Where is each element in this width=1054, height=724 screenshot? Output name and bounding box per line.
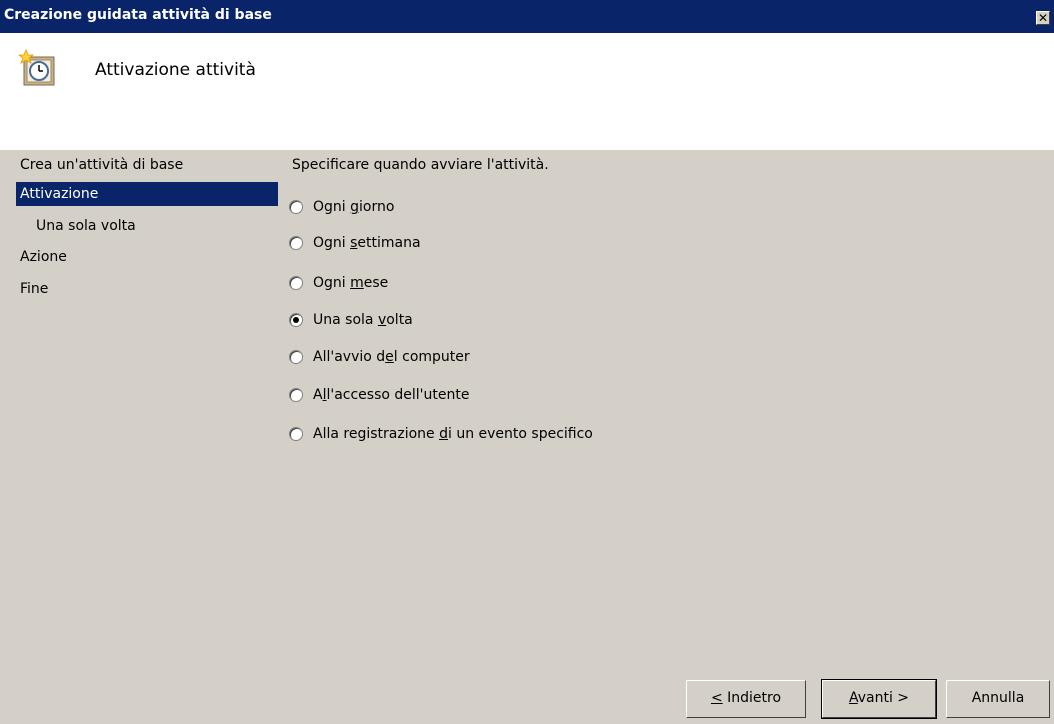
radio-evento-specifico[interactable]: Alla registrazione di un evento specific… xyxy=(289,423,593,445)
step-una-sola-volta[interactable]: Una sola volta xyxy=(16,214,278,238)
radio-ogni-settimana[interactable]: Ogni settimana xyxy=(289,232,421,254)
step-crea-attivita[interactable]: Crea un'attività di base xyxy=(16,153,278,177)
wizard-content: Specificare quando avviare l'attività. O… xyxy=(281,150,1054,724)
back-button[interactable]: < Indietro xyxy=(686,680,806,718)
radio-avvio-computer[interactable]: All'avvio del computer xyxy=(289,346,470,368)
instruction-text: Specificare quando avviare l'attività. xyxy=(292,157,549,173)
radio-button[interactable] xyxy=(289,388,303,402)
page-title: Attivazione attività xyxy=(95,60,256,80)
radio-button[interactable] xyxy=(289,350,303,364)
radio-button[interactable] xyxy=(289,427,303,441)
step-azione[interactable]: Azione xyxy=(16,245,278,269)
title-bar: Creazione guidata attività di base ✕ xyxy=(0,0,1054,33)
close-icon: ✕ xyxy=(1037,11,1049,25)
step-fine[interactable]: Fine xyxy=(16,277,278,301)
radio-label: All'accesso dell'utente xyxy=(313,387,470,403)
radio-label: Alla registrazione di un evento specific… xyxy=(313,426,593,442)
radio-button-selected[interactable] xyxy=(289,313,303,327)
clock-schedule-icon xyxy=(18,49,55,86)
radio-button[interactable] xyxy=(289,236,303,250)
close-button[interactable]: ✕ xyxy=(1036,11,1050,25)
radio-label: Ogni mese xyxy=(313,275,389,291)
radio-una-sola-volta[interactable]: Una sola volta xyxy=(289,309,413,331)
radio-label: All'avvio del computer xyxy=(313,349,470,365)
step-attivazione[interactable]: Attivazione xyxy=(16,182,278,206)
radio-button[interactable] xyxy=(289,200,303,214)
next-button[interactable]: Avanti > xyxy=(821,679,937,719)
radio-label: Una sola volta xyxy=(313,312,413,328)
radio-button[interactable] xyxy=(289,276,303,290)
cancel-button[interactable]: Annulla xyxy=(946,680,1050,718)
wizard-header: Attivazione attività xyxy=(0,33,1054,150)
wizard-steps-list: Crea un'attività di base Attivazione Una… xyxy=(0,150,281,724)
window-title: Creazione guidata attività di base xyxy=(4,7,272,23)
radio-accesso-utente[interactable]: All'accesso dell'utente xyxy=(289,384,469,406)
radio-ogni-giorno[interactable]: Ogni giorno xyxy=(289,196,394,218)
radio-label: Ogni giorno xyxy=(313,199,395,215)
radio-label: Ogni settimana xyxy=(313,235,421,251)
radio-ogni-mese[interactable]: Ogni mese xyxy=(289,272,388,294)
